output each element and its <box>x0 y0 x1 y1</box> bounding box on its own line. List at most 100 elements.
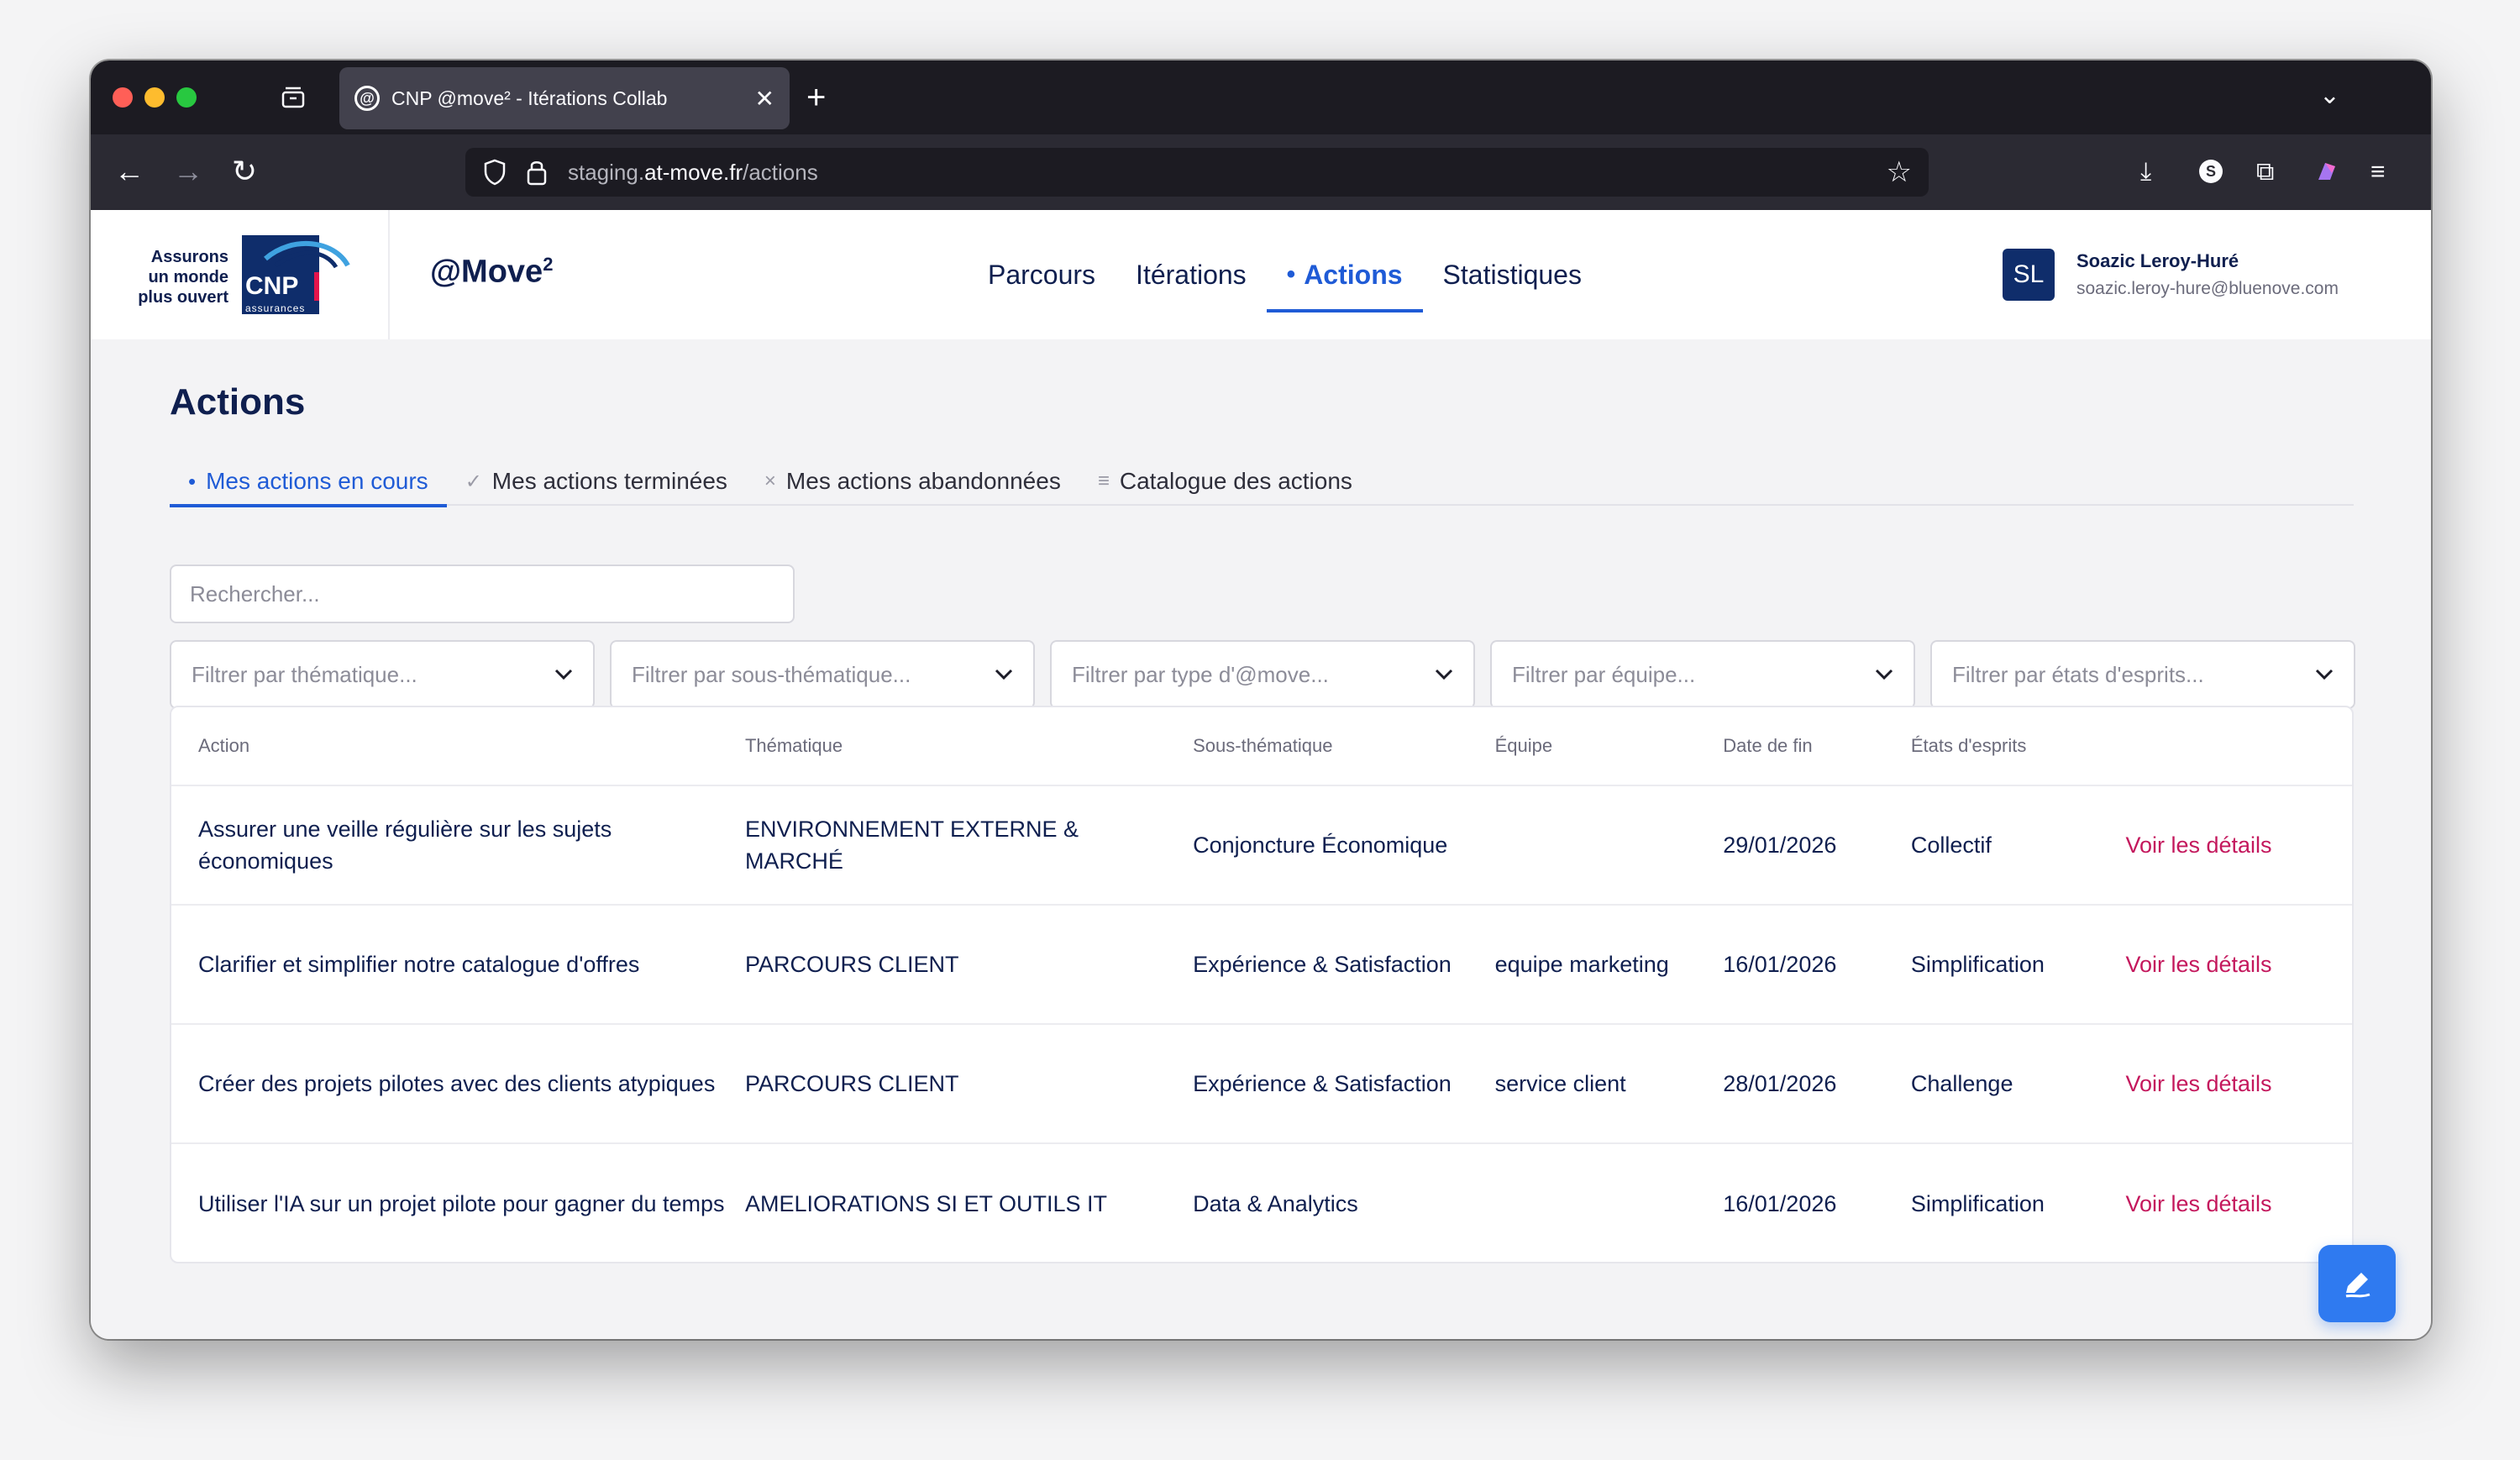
logo-slogan-line: Assurons <box>150 248 228 266</box>
cell-date-fin: 16/01/2026 <box>1723 1191 1837 1216</box>
shield-icon[interactable] <box>482 158 507 186</box>
cell-etat-esprit: Simplification <box>1910 952 2045 977</box>
cell-sous-thematique: Conjoncture Économique <box>1193 832 1448 858</box>
cell-sous-thematique: Expérience & Satisfaction <box>1193 952 1452 977</box>
brand-name: @Move <box>430 254 543 290</box>
actions-table: Action Thématique Sous-thématique Équipe… <box>170 706 2354 1263</box>
page-content: Actions • Mes actions en cours ✓ Mes actio… <box>91 339 2431 1339</box>
table-header: Action Thématique Sous-thématique Équipe… <box>171 707 2352 786</box>
tab-label: Mes actions abandonnées <box>785 468 1061 494</box>
filter-equipe-select[interactable]: Filtrer par équipe... <box>1490 640 1915 709</box>
cell-etat-esprit: Challenge <box>1910 1071 2013 1096</box>
column-header-sous-thematique[interactable]: Sous-thématique <box>1193 735 1494 757</box>
url-subdomain: staging. <box>568 159 645 185</box>
sync-account-icon[interactable]: S <box>2197 158 2224 185</box>
column-header-thematique[interactable]: Thématique <box>745 735 1193 757</box>
chevron-down-icon <box>995 669 1013 680</box>
nav-label: Parcours <box>988 259 1096 290</box>
cell-thematique: PARCOURS CLIENT <box>744 952 959 977</box>
main-navigation: Parcours Itérations • Actions Statistique… <box>968 210 1602 339</box>
logo-slogan-line: un monde <box>148 268 228 286</box>
chevron-down-icon <box>2315 669 2334 680</box>
filter-type-move-select[interactable]: Filtrer par type d'@move... <box>1050 640 1475 709</box>
minimize-window-button[interactable] <box>144 87 165 108</box>
url-path: /actions <box>743 159 818 185</box>
app-header: Assurons un monde plus ouvert CNP assura… <box>91 210 2431 339</box>
tab-en-cours[interactable]: • Mes actions en cours <box>170 457 447 507</box>
tab-abandonnees[interactable]: × Mes actions abandonnées <box>746 457 1079 506</box>
new-tab-icon[interactable]: + <box>806 81 826 114</box>
search-input[interactable] <box>170 565 795 623</box>
nav-parcours[interactable]: Parcours <box>968 210 1116 339</box>
column-header-etats-esprits[interactable]: États d'esprits <box>1911 735 2126 757</box>
browser-tab-active[interactable]: @ CNP @move² - Itérations Collab ✕ <box>339 67 790 129</box>
filter-sous-thematique-select[interactable]: Filtrer par sous-thématique... <box>610 640 1035 709</box>
chevron-down-icon <box>1435 669 1453 680</box>
close-window-button[interactable] <box>113 87 133 108</box>
cell-etat-esprit: Simplification <box>1910 1191 2045 1216</box>
cell-thematique: PARCOURS CLIENT <box>744 1071 959 1096</box>
forward-arrow-icon[interactable]: → <box>173 153 203 190</box>
tab-overview-icon[interactable] <box>281 86 306 109</box>
voir-details-link[interactable]: Voir les détails <box>2125 829 2352 861</box>
tab-terminees[interactable]: ✓ Mes actions terminées <box>447 457 746 506</box>
table-row: Assurer une veille régulière sur les suj… <box>171 786 2352 906</box>
filter-thematique-select[interactable]: Filtrer par thématique... <box>170 640 595 709</box>
chevron-down-icon[interactable]: ⌄ <box>2319 81 2340 110</box>
filter-placeholder: Filtrer par états d'esprits... <box>1952 661 2204 687</box>
filter-placeholder: Filtrer par type d'@move... <box>1072 661 1329 687</box>
app-brand[interactable]: @Move2 <box>430 254 553 291</box>
address-bar[interactable]: staging. at-move.fr/actions ☆ <box>465 148 1929 197</box>
extensions-puzzle-icon[interactable]: ⧉ <box>2256 158 2274 186</box>
cell-date-fin: 16/01/2026 <box>1723 952 1837 977</box>
cell-equipe: service client <box>1494 1071 1626 1096</box>
svg-text:CNP: CNP <box>245 272 298 300</box>
tab-catalogue[interactable]: ≡ Catalogue des actions <box>1079 457 1371 506</box>
column-header-equipe[interactable]: Équipe <box>1495 735 1724 757</box>
cell-action: Utiliser l'IA sur un projet pilote pour … <box>198 1191 725 1216</box>
cell-sous-thematique: Data & Analytics <box>1193 1191 1358 1216</box>
tab-label: Catalogue des actions <box>1119 468 1352 494</box>
nav-actions[interactable]: • Actions <box>1266 210 1423 339</box>
browser-titlebar: @ CNP @move² - Itérations Collab ✕ + ⌄ <box>91 60 2431 134</box>
feedback-edit-button[interactable] <box>2318 1245 2396 1322</box>
filter-placeholder: Filtrer par équipe... <box>1512 661 1696 687</box>
filters-row: Filtrer par thématique... Filtrer par so… <box>170 640 2355 709</box>
back-arrow-icon[interactable]: ← <box>114 153 144 190</box>
svg-text:S: S <box>2206 163 2216 180</box>
nav-iterations[interactable]: Itérations <box>1116 210 1267 339</box>
close-tab-icon[interactable]: ✕ <box>755 85 774 113</box>
reload-icon[interactable]: ↻ <box>232 153 257 190</box>
at-favicon-icon: @ <box>354 86 380 111</box>
cell-etat-esprit: Collectif <box>1910 832 1992 858</box>
download-icon[interactable]: ⤓ <box>2140 158 2151 186</box>
cnp-logo-mark: CNP assurances <box>242 235 350 314</box>
menu-hamburger-icon[interactable]: ≡ <box>2370 158 2386 186</box>
cell-equipe: equipe marketing <box>1494 952 1669 977</box>
color-extension-icon[interactable] <box>2313 158 2340 185</box>
svg-text:assurances: assurances <box>245 302 305 314</box>
avatar[interactable]: SL <box>2003 249 2055 301</box>
active-dot-icon: • <box>1286 260 1296 288</box>
filter-etats-esprits-select[interactable]: Filtrer par états d'esprits... <box>1930 640 2355 709</box>
lock-icon[interactable] <box>526 158 548 186</box>
column-header-date-fin[interactable]: Date de fin <box>1723 735 1911 757</box>
cell-sous-thematique: Expérience & Satisfaction <box>1193 1071 1452 1096</box>
table-row: Créer des projets pilotes avec des clien… <box>171 1025 2352 1144</box>
cell-action: Assurer une veille régulière sur les suj… <box>198 817 612 874</box>
browser-window: @ CNP @move² - Itérations Collab ✕ + ⌄ ←… <box>91 60 2431 1339</box>
tab-label: Mes actions terminées <box>491 468 727 494</box>
voir-details-link[interactable]: Voir les détails <box>2125 1188 2352 1220</box>
bookmark-star-icon[interactable]: ☆ <box>1887 155 1912 189</box>
actions-tabs: • Mes actions en cours ✓ Mes actions termi… <box>170 457 2354 507</box>
user-menu[interactable]: SL Soazic Leroy-Huré soazic.leroy-hure@b… <box>2003 249 2339 301</box>
cross-icon: × <box>764 470 776 492</box>
zoom-window-button[interactable] <box>176 87 197 108</box>
voir-details-link[interactable]: Voir les détails <box>2125 1068 2352 1100</box>
active-dot-icon: • <box>188 468 197 494</box>
cnp-logo[interactable]: Assurons un monde plus ouvert CNP assura… <box>91 210 390 339</box>
voir-details-link[interactable]: Voir les détails <box>2125 948 2352 980</box>
nav-statistiques[interactable]: Statistiques <box>1423 210 1602 339</box>
column-header-action[interactable]: Action <box>171 735 745 757</box>
edit-pen-icon <box>2345 1273 2370 1298</box>
